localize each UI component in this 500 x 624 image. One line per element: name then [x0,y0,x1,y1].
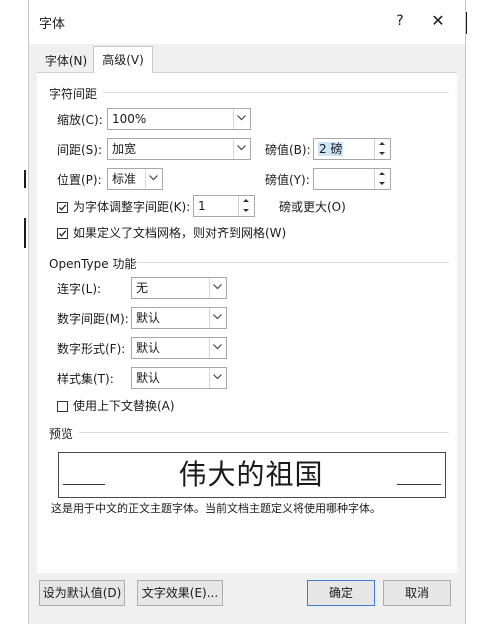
number-spacing-select[interactable]: 默认 [131,307,227,329]
number-forms-value: 默认 [136,341,161,355]
preview-sample-text: 伟大的祖国 [178,458,324,491]
scale-label: 缩放(C): [57,113,103,127]
title-bar: 字体 ? ✕ [29,0,465,44]
kerning-suffix: 磅或更大(O) [279,200,346,214]
number-spacing-label: 数字间距(M): [57,312,129,326]
preview-baseline-right [397,484,441,485]
stylistic-sets-select[interactable]: 默认 [131,367,227,389]
background-edge-mark [24,218,26,248]
checkmark-icon [59,230,67,237]
kerning-spinner[interactable]: 1 [193,195,255,217]
chevron-down-icon [209,308,226,328]
background-edge-mark [24,170,26,188]
position-label: 位置(P): [57,173,102,187]
ligatures-label: 连字(L): [57,282,102,296]
ligatures-value: 无 [136,281,149,295]
preview-box: 伟大的祖国 [58,452,446,498]
chevron-down-icon [233,139,250,159]
text-effects-button[interactable]: 文字效果(E)... [137,580,223,606]
section-preview: 预览 [49,427,74,441]
spacing-select[interactable]: 加宽 [107,138,251,160]
spin-down-icon[interactable] [238,206,254,216]
spacing-value: 加宽 [112,142,137,156]
chevron-down-icon [233,109,250,129]
stylistic-sets-value: 默认 [136,371,161,385]
spin-up-icon[interactable] [238,196,254,206]
ligatures-select[interactable]: 无 [131,277,227,299]
spin-up-icon[interactable] [374,169,390,179]
kerning-value: 1 [198,199,206,213]
spin-down-icon[interactable] [374,179,390,189]
section-divider [137,262,449,263]
font-dialog: 字体 ? ✕ 字体(N) 高级(V) 字符间距 缩放(C): 100% 间距(S… [28,0,466,624]
position-points-label: 磅值(Y): [265,173,310,187]
contextual-alternates-checkbox[interactable] [57,401,68,412]
set-as-default-button[interactable]: 设为默认值(D) [39,580,125,606]
advanced-tab-panel: 字符间距 缩放(C): 100% 间距(S): 加宽 磅值(B): 2 磅 位置… [37,73,457,573]
position-value: 标准 [112,172,137,186]
spacing-points-spinner[interactable]: 2 磅 [313,138,391,160]
ok-button[interactable]: 确定 [307,580,375,606]
kerning-checkbox[interactable] [57,202,68,213]
chevron-down-icon [209,278,226,298]
scale-select[interactable]: 100% [107,108,251,130]
section-opentype: OpenType 功能 [49,257,137,271]
dialog-title: 字体 [39,17,66,32]
tab-advanced[interactable]: 高级(V) [93,46,153,75]
kerning-label: 为字体调整字间距(K): [73,200,191,214]
number-spacing-value: 默认 [136,311,161,325]
spacing-points-label: 磅值(B): [265,143,311,157]
preview-baseline-left [63,484,105,485]
checkmark-icon [59,204,67,211]
number-forms-select[interactable]: 默认 [131,337,227,359]
snap-to-grid-checkbox[interactable] [57,228,68,239]
help-button[interactable]: ? [389,10,411,32]
tab-font[interactable]: 字体(N) [43,50,89,72]
position-select[interactable]: 标准 [107,168,163,190]
scale-value: 100% [112,112,147,126]
spacing-points-value: 2 磅 [318,142,344,156]
section-character-spacing: 字符间距 [49,87,98,101]
chevron-down-icon [209,368,226,388]
chevron-down-icon [145,169,162,189]
contextual-alternates-label: 使用上下文替换(A) [73,399,175,413]
section-divider [79,432,449,433]
position-points-spinner[interactable] [313,168,391,190]
preview-note: 这是用于中文的正文主题字体。当前文档主题定义将使用哪种字体。 [51,502,381,515]
chevron-down-icon [209,338,226,358]
spin-up-icon[interactable] [374,139,390,149]
spin-down-icon[interactable] [374,149,390,159]
spacing-label: 间距(S): [57,143,103,157]
close-button[interactable]: ✕ [427,10,449,32]
cancel-button[interactable]: 取消 [383,580,451,606]
stylistic-sets-label: 样式集(T): [57,372,114,386]
section-divider [103,92,449,93]
number-forms-label: 数字形式(F): [57,342,126,356]
snap-to-grid-label: 如果定义了文档网格，则对齐到网格(W) [73,226,287,240]
